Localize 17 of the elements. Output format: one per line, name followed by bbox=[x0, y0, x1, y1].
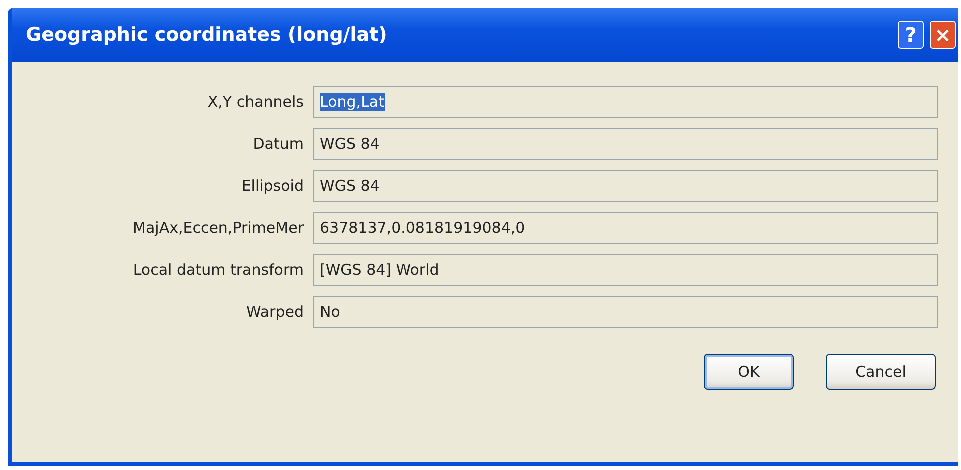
close-button[interactable]: × bbox=[930, 21, 956, 49]
input-field[interactable]: WGS 84 bbox=[313, 128, 938, 160]
input-field[interactable]: WGS 84 bbox=[313, 170, 938, 202]
field-label: X,Y channels bbox=[206, 93, 304, 111]
help-button[interactable]: ? bbox=[898, 21, 924, 49]
field-label: Ellipsoid bbox=[240, 177, 304, 195]
field-label: MajAx,Eccen,PrimeMer bbox=[132, 219, 304, 237]
field-label: Local datum transform bbox=[132, 261, 304, 279]
field-label: Datum bbox=[252, 135, 304, 153]
window-title: Geographic coordinates (long/lat) bbox=[26, 24, 388, 46]
input-field[interactable]: [WGS 84] World bbox=[313, 254, 938, 286]
input-field[interactable]: 6378137,0.08181919084,0 bbox=[313, 212, 938, 244]
input-field[interactable]: Long,Lat bbox=[313, 86, 938, 118]
ok-button[interactable]: OK bbox=[704, 354, 794, 390]
field-label: Warped bbox=[245, 303, 304, 321]
input-field[interactable]: No bbox=[313, 296, 938, 328]
cancel-button[interactable]: Cancel bbox=[826, 354, 936, 390]
